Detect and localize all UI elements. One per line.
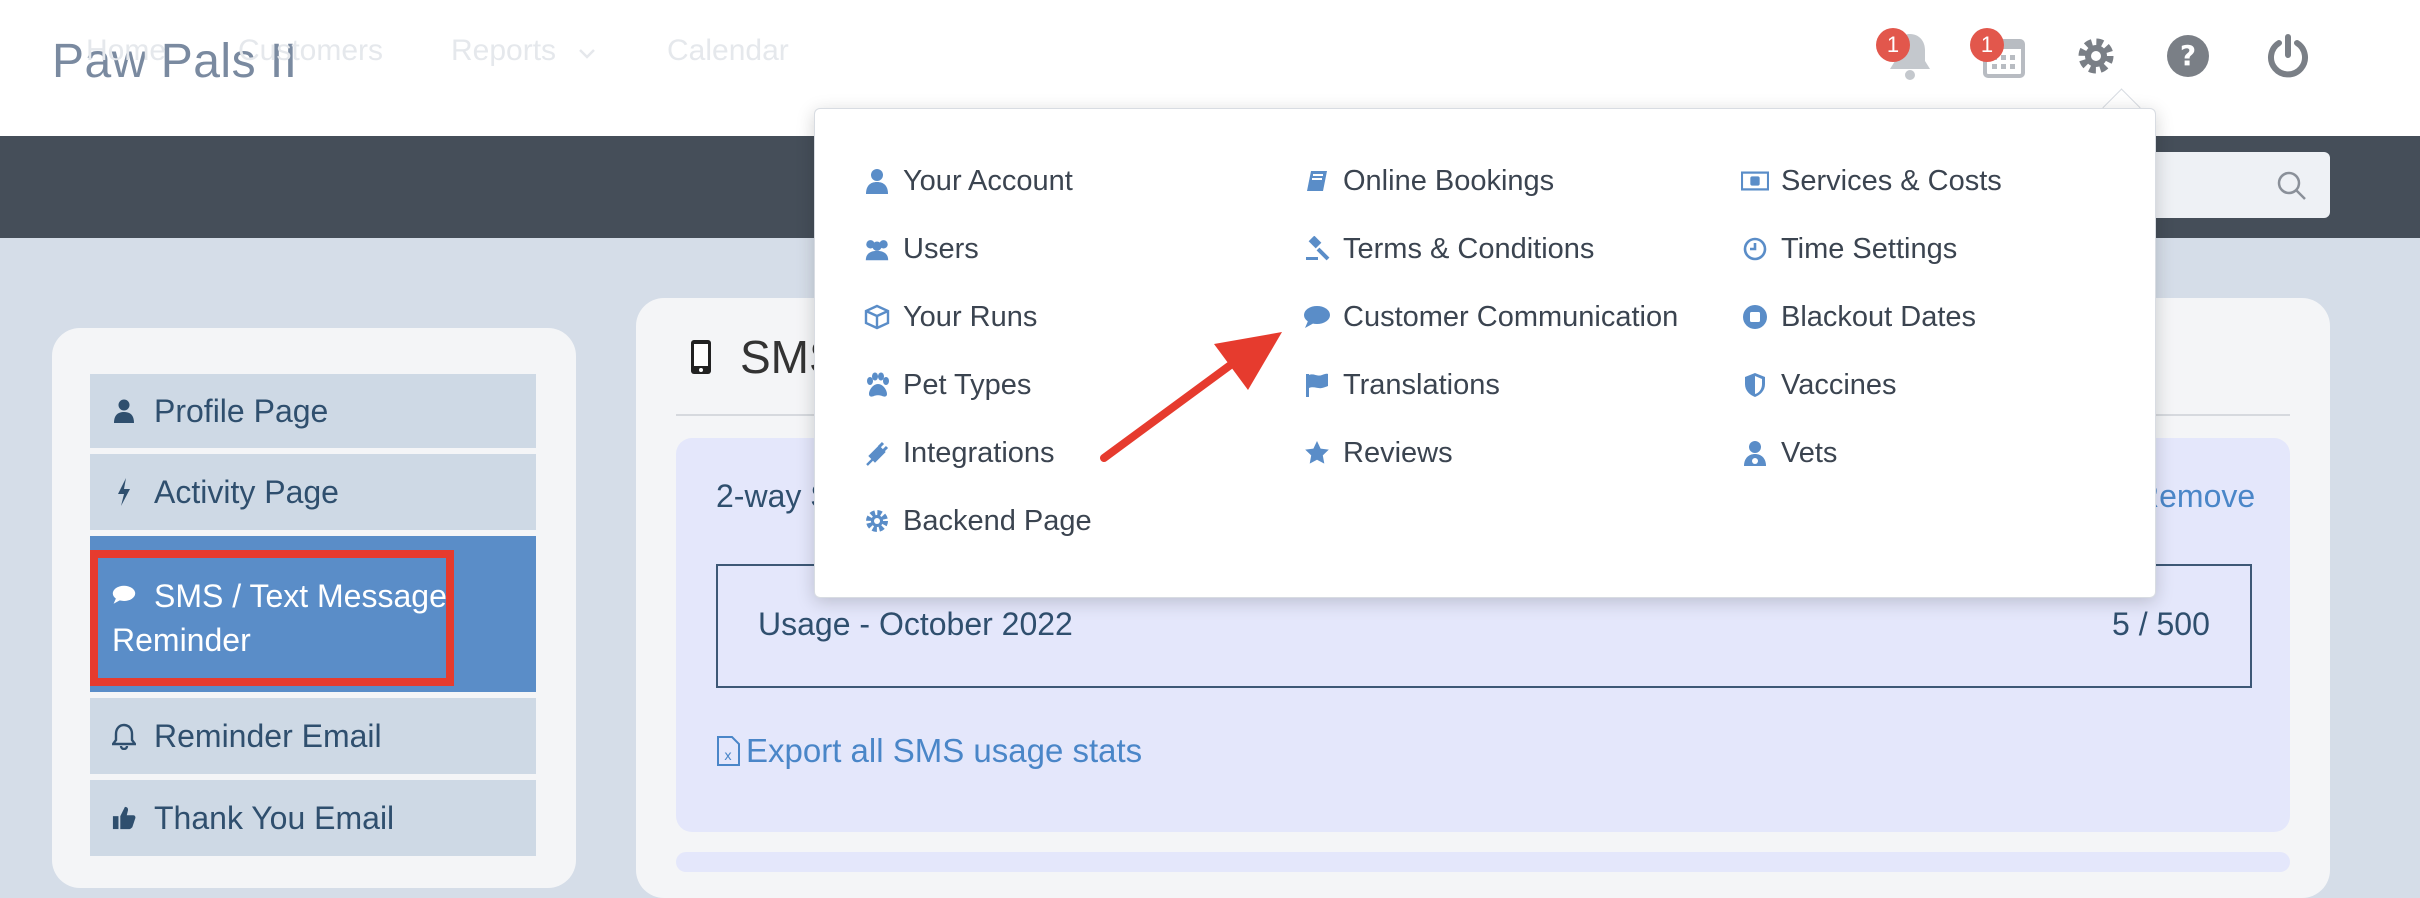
nav-item-calendar[interactable]: Calendar [667, 0, 789, 102]
annotation-arrow [1100, 332, 1282, 462]
menu-item-label: Users [903, 232, 979, 265]
menu-item-label: Services & Costs [1781, 164, 2002, 197]
menu-item-label: Online Bookings [1343, 164, 1555, 197]
bolt-icon [112, 478, 136, 506]
question-icon: ? [2166, 34, 2210, 83]
user-icon [863, 168, 891, 194]
menu-item-label: Vets [1781, 436, 1838, 469]
sidebar-item-label: Activity Page [154, 473, 339, 510]
thumbs-up-icon [112, 805, 136, 831]
menu-item-label: Reviews [1343, 436, 1453, 469]
next-card-edge [676, 852, 2290, 872]
calendar-button[interactable]: 1 [1970, 28, 2032, 86]
menu-item-reviews[interactable]: Reviews [1303, 431, 1678, 475]
menu-item-services-costs[interactable]: Services & Costs [1741, 159, 2002, 203]
money-icon [1741, 170, 1769, 192]
menu-item-label: Terms & Conditions [1343, 232, 1595, 265]
annotation-highlight-box [90, 550, 454, 686]
logout-button[interactable] [2260, 30, 2316, 86]
mobile-phone-icon [690, 339, 712, 375]
bell-icon [112, 722, 136, 750]
menu-item-your-account[interactable]: Your Account [863, 159, 1092, 203]
export-link-label: Export all SMS usage stats [746, 732, 1143, 769]
doctor-icon [1741, 440, 1769, 466]
menu-item-your-runs[interactable]: Your Runs [863, 295, 1092, 339]
menu-item-label: Time Settings [1781, 232, 1958, 265]
menu-item-label: Blackout Dates [1781, 300, 1977, 333]
usage-value: 5 / 500 [2112, 606, 2210, 642]
svg-text:?: ? [2180, 39, 2196, 72]
menu-item-label: Your Runs [903, 300, 1038, 333]
menu-item-label: Integrations [903, 436, 1055, 469]
sidebar-item-activity-page[interactable]: Activity Page [90, 454, 536, 530]
menu-item-pet-types[interactable]: Pet Types [863, 363, 1092, 407]
menu-item-online-bookings[interactable]: Online Bookings [1303, 159, 1678, 203]
star-icon [1303, 440, 1331, 466]
calendar-badge: 1 [1970, 28, 2004, 62]
menu-item-customer-communication[interactable]: Customer Communication [1303, 295, 1678, 339]
flag-icon [1303, 372, 1331, 398]
stop-icon [1741, 304, 1769, 330]
sidebar-item-profile-page[interactable]: Profile Page [90, 374, 536, 448]
help-button[interactable]: ? [2160, 30, 2216, 86]
menu-item-blackout-dates[interactable]: Blackout Dates [1741, 295, 2002, 339]
clock-icon [1741, 237, 1769, 261]
export-sms-stats-link[interactable]: x Export all SMS usage stats [716, 732, 1142, 770]
menu-item-users[interactable]: Users [863, 227, 1092, 271]
nav-item-customers[interactable]: Customers [238, 0, 383, 102]
menu-item-integrations[interactable]: Integrations [863, 431, 1092, 475]
sidebar-item-thank-you-email[interactable]: Thank You Email [90, 780, 536, 856]
book-icon [1303, 169, 1331, 193]
svg-text:x: x [724, 749, 732, 764]
menu-item-backend-page[interactable]: Backend Page [863, 499, 1092, 543]
menu-item-label: Translations [1343, 368, 1500, 401]
plug-icon [863, 439, 891, 467]
menu-item-label: Backend Page [903, 504, 1092, 537]
menu-item-label: Vaccines [1781, 368, 1897, 401]
notifications-button[interactable]: 1 [1876, 28, 1938, 86]
settings-button[interactable] [2068, 30, 2124, 86]
nav-item-home[interactable]: Home [86, 0, 166, 102]
nav-item-reports-label: Reports [451, 34, 557, 67]
menu-item-translations[interactable]: Translations [1303, 363, 1678, 407]
user-icon [112, 399, 136, 423]
shield-icon [1741, 372, 1769, 398]
settings-dropdown-menu: Your Account Users Your Runs Pet Types I… [814, 108, 2156, 598]
paw-icon [863, 372, 891, 398]
menu-item-label: Customer Communication [1343, 300, 1679, 333]
users-icon [863, 237, 891, 261]
menu-item-terms-conditions[interactable]: Terms & Conditions [1303, 227, 1678, 271]
menu-item-vets[interactable]: Vets [1741, 431, 2002, 475]
menu-item-time-settings[interactable]: Time Settings [1741, 227, 2002, 271]
chevron-down-icon [578, 0, 596, 102]
usage-label: Usage - October 2022 [758, 606, 1073, 642]
cube-icon [863, 304, 891, 330]
excel-file-icon: x [716, 736, 740, 766]
gear-icon [2073, 33, 2119, 84]
gavel-icon [1303, 236, 1331, 262]
menu-item-label: Pet Types [903, 368, 1032, 401]
menu-item-label: Your Account [903, 164, 1073, 197]
search-icon [2276, 170, 2308, 207]
sidebar-item-label: Reminder Email [154, 717, 382, 754]
sidebar-item-label: Thank You Email [154, 799, 395, 836]
sidebar-item-label: Profile Page [154, 392, 329, 429]
menu-item-vaccines[interactable]: Vaccines [1741, 363, 2002, 407]
comment-icon [1303, 305, 1331, 329]
nav-item-reports[interactable]: Reports [451, 0, 596, 102]
power-icon [2265, 33, 2311, 84]
sidebar-item-reminder-email[interactable]: Reminder Email [90, 698, 536, 774]
gear-icon [863, 508, 891, 534]
notifications-badge: 1 [1876, 28, 1910, 62]
